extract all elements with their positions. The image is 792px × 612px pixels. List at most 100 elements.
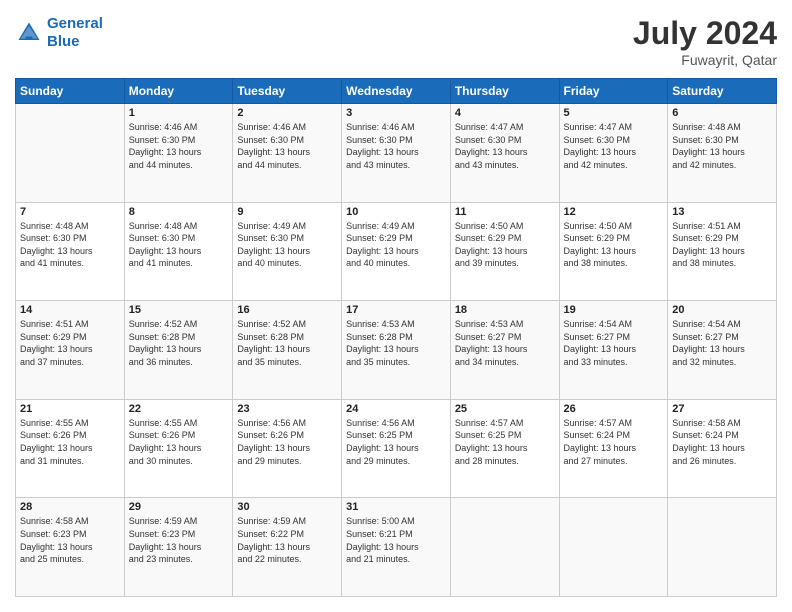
col-sunday: Sunday xyxy=(16,79,125,104)
day-info: Sunrise: 4:51 AMSunset: 6:29 PMDaylight:… xyxy=(20,318,120,368)
calendar-cell-w1-d5: 4 Sunrise: 4:47 AMSunset: 6:30 PMDaylight… xyxy=(450,104,559,203)
day-number: 16 xyxy=(237,304,337,316)
calendar-cell-w2-d1: 7 Sunrise: 4:48 AMSunset: 6:30 PMDaylight… xyxy=(16,202,125,301)
month-year: July 2024 xyxy=(633,15,777,52)
day-info: Sunrise: 4:52 AMSunset: 6:28 PMDaylight:… xyxy=(237,318,337,368)
calendar-cell-w2-d3: 9Sunrise: 4:49 AMSunset: 6:30 PMDaylight… xyxy=(233,202,342,301)
day-number: 20 xyxy=(672,304,772,316)
day-info: Sunrise: 4:48 AMSunset: 6:30 PMDaylight:… xyxy=(672,121,772,171)
day-number: 21 xyxy=(20,403,120,415)
calendar: Sunday Monday Tuesday Wednesday Thursday… xyxy=(15,78,777,597)
calendar-cell-w3-d2: 15 Sunrise: 4:52 AMSunset: 6:28 PMDayligh… xyxy=(124,301,233,400)
day-info: Sunrise: 4:49 AMSunset: 6:30 PMDaylight:… xyxy=(237,220,337,270)
day-number: 23 xyxy=(237,403,337,415)
calendar-cell-w2-d4: 10 Sunrise: 4:49 AMSunset: 6:29 PMDayligh… xyxy=(342,202,451,301)
day-number: 27 xyxy=(672,403,772,415)
calendar-cell-w4-d6: 26 Sunrise: 4:57 AMSunset: 6:24 PMDayligh… xyxy=(559,399,668,498)
day-info: Sunrise: 4:46 AMSunset: 6:30 PMDaylight:… xyxy=(129,121,229,171)
col-wednesday: Wednesday xyxy=(342,79,451,104)
calendar-cell-w5-d5 xyxy=(450,498,559,597)
col-saturday: Saturday xyxy=(668,79,777,104)
day-number: 29 xyxy=(129,501,229,513)
day-number: 1 xyxy=(129,107,229,119)
week-row-1: 1 Sunrise: 4:46 AMSunset: 6:30 PMDaylight… xyxy=(16,104,777,203)
calendar-cell-w3-d3: 16 Sunrise: 4:52 AMSunset: 6:28 PMDayligh… xyxy=(233,301,342,400)
day-number: 2 xyxy=(237,107,337,119)
day-info: Sunrise: 4:57 AMSunset: 6:24 PMDaylight:… xyxy=(564,417,664,467)
day-info: Sunrise: 4:48 AMSunset: 6:30 PMDaylight:… xyxy=(129,220,229,270)
day-number: 14 xyxy=(20,304,120,316)
day-number: 7 xyxy=(20,206,120,218)
calendar-cell-w2-d5: 11 Sunrise: 4:50 AMSunset: 6:29 PMDayligh… xyxy=(450,202,559,301)
calendar-cell-w1-d7: 6 Sunrise: 4:48 AMSunset: 6:30 PMDaylight… xyxy=(668,104,777,203)
day-number: 22 xyxy=(129,403,229,415)
day-info: Sunrise: 4:46 AMSunset: 6:30 PMDaylight:… xyxy=(237,121,337,171)
calendar-cell-w1-d2: 1 Sunrise: 4:46 AMSunset: 6:30 PMDaylight… xyxy=(124,104,233,203)
day-info: Sunrise: 4:50 AMSunset: 6:29 PMDaylight:… xyxy=(564,220,664,270)
day-info: Sunrise: 5:00 AMSunset: 6:21 PMDaylight:… xyxy=(346,515,446,565)
day-info: Sunrise: 4:47 AMSunset: 6:30 PMDaylight:… xyxy=(455,121,555,171)
calendar-cell-w2-d7: 13 Sunrise: 4:51 AMSunset: 6:29 PMDayligh… xyxy=(668,202,777,301)
day-number: 6 xyxy=(672,107,772,119)
day-number: 10 xyxy=(346,206,446,218)
day-info: Sunrise: 4:54 AMSunset: 6:27 PMDaylight:… xyxy=(564,318,664,368)
location: Fuwayrit, Qatar xyxy=(633,52,777,68)
week-row-2: 7 Sunrise: 4:48 AMSunset: 6:30 PMDaylight… xyxy=(16,202,777,301)
day-number: 3 xyxy=(346,107,446,119)
logo-icon xyxy=(15,19,43,47)
calendar-cell-w4-d4: 24 Sunrise: 4:56 AMSunset: 6:25 PMDayligh… xyxy=(342,399,451,498)
calendar-cell-w5-d7 xyxy=(668,498,777,597)
calendar-cell-w1-d4: 3Sunrise: 4:46 AMSunset: 6:30 PMDaylight… xyxy=(342,104,451,203)
calendar-cell-w3-d1: 14 Sunrise: 4:51 AMSunset: 6:29 PMDayligh… xyxy=(16,301,125,400)
calendar-cell-w4-d1: 21 Sunrise: 4:55 AMSunset: 6:26 PMDayligh… xyxy=(16,399,125,498)
day-info: Sunrise: 4:52 AMSunset: 6:28 PMDaylight:… xyxy=(129,318,229,368)
day-info: Sunrise: 4:59 AMSunset: 6:22 PMDaylight:… xyxy=(237,515,337,565)
col-monday: Monday xyxy=(124,79,233,104)
day-number: 5 xyxy=(564,107,664,119)
day-number: 17 xyxy=(346,304,446,316)
day-info: Sunrise: 4:53 AMSunset: 6:27 PMDaylight:… xyxy=(455,318,555,368)
day-info: Sunrise: 4:51 AMSunset: 6:29 PMDaylight:… xyxy=(672,220,772,270)
calendar-cell-w5-d2: 29 Sunrise: 4:59 AMSunset: 6:23 PMDayligh… xyxy=(124,498,233,597)
day-number: 24 xyxy=(346,403,446,415)
calendar-header-row: Sunday Monday Tuesday Wednesday Thursday… xyxy=(16,79,777,104)
col-tuesday: Tuesday xyxy=(233,79,342,104)
day-number: 13 xyxy=(672,206,772,218)
day-info: Sunrise: 4:48 AMSunset: 6:30 PMDaylight:… xyxy=(20,220,120,270)
calendar-cell-w3-d5: 18Sunrise: 4:53 AMSunset: 6:27 PMDayligh… xyxy=(450,301,559,400)
day-info: Sunrise: 4:55 AMSunset: 6:26 PMDaylight:… xyxy=(129,417,229,467)
day-info: Sunrise: 4:58 AMSunset: 6:24 PMDaylight:… xyxy=(672,417,772,467)
day-info: Sunrise: 4:55 AMSunset: 6:26 PMDaylight:… xyxy=(20,417,120,467)
day-info: Sunrise: 4:56 AMSunset: 6:25 PMDaylight:… xyxy=(346,417,446,467)
calendar-cell-w5-d1: 28Sunrise: 4:58 AMSunset: 6:23 PMDayligh… xyxy=(16,498,125,597)
day-info: Sunrise: 4:54 AMSunset: 6:27 PMDaylight:… xyxy=(672,318,772,368)
col-thursday: Thursday xyxy=(450,79,559,104)
day-info: Sunrise: 4:56 AMSunset: 6:26 PMDaylight:… xyxy=(237,417,337,467)
day-info: Sunrise: 4:49 AMSunset: 6:29 PMDaylight:… xyxy=(346,220,446,270)
col-friday: Friday xyxy=(559,79,668,104)
day-number: 15 xyxy=(129,304,229,316)
calendar-cell-w1-d1 xyxy=(16,104,125,203)
day-number: 31 xyxy=(346,501,446,513)
day-info: Sunrise: 4:58 AMSunset: 6:23 PMDaylight:… xyxy=(20,515,120,565)
day-number: 4 xyxy=(455,107,555,119)
calendar-cell-w3-d6: 19Sunrise: 4:54 AMSunset: 6:27 PMDayligh… xyxy=(559,301,668,400)
day-number: 26 xyxy=(564,403,664,415)
calendar-cell-w5-d6 xyxy=(559,498,668,597)
day-info: Sunrise: 4:53 AMSunset: 6:28 PMDaylight:… xyxy=(346,318,446,368)
week-row-5: 28Sunrise: 4:58 AMSunset: 6:23 PMDayligh… xyxy=(16,498,777,597)
calendar-cell-w1-d3: 2 Sunrise: 4:46 AMSunset: 6:30 PMDaylight… xyxy=(233,104,342,203)
day-info: Sunrise: 4:57 AMSunset: 6:25 PMDaylight:… xyxy=(455,417,555,467)
title-block: July 2024 Fuwayrit, Qatar xyxy=(633,15,777,68)
week-row-3: 14 Sunrise: 4:51 AMSunset: 6:29 PMDayligh… xyxy=(16,301,777,400)
logo: General Blue xyxy=(15,15,103,51)
day-number: 11 xyxy=(455,206,555,218)
day-info: Sunrise: 4:50 AMSunset: 6:29 PMDaylight:… xyxy=(455,220,555,270)
week-row-4: 21 Sunrise: 4:55 AMSunset: 6:26 PMDayligh… xyxy=(16,399,777,498)
day-number: 12 xyxy=(564,206,664,218)
day-info: Sunrise: 4:59 AMSunset: 6:23 PMDaylight:… xyxy=(129,515,229,565)
calendar-cell-w1-d6: 5 Sunrise: 4:47 AMSunset: 6:30 PMDaylight… xyxy=(559,104,668,203)
day-number: 25 xyxy=(455,403,555,415)
day-info: Sunrise: 4:47 AMSunset: 6:30 PMDaylight:… xyxy=(564,121,664,171)
calendar-cell-w2-d2: 8Sunrise: 4:48 AMSunset: 6:30 PMDaylight… xyxy=(124,202,233,301)
